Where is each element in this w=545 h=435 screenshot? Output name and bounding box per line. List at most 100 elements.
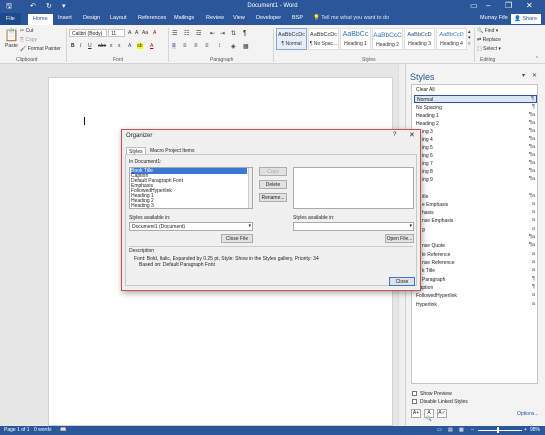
align-right-icon[interactable]: ≡ (194, 43, 198, 49)
borders-icon[interactable]: ▦ (243, 43, 249, 50)
style-item[interactable]: hasis a (414, 209, 537, 217)
tab-developer[interactable]: Developer (256, 15, 281, 21)
style-tile-no-spacing[interactable]: AaBbCcDc ¶ No Spac... (308, 28, 339, 50)
format-painter-button[interactable]: 🖌 Format Painter (20, 46, 61, 52)
close-pane-icon[interactable]: ✕ (532, 72, 537, 79)
print-layout-icon[interactable]: ▤ (448, 427, 453, 433)
user-name[interactable]: Murray Fife (480, 15, 508, 21)
style-item[interactable]: Normal ¶ (414, 95, 537, 103)
zoom-slider-thumb[interactable] (497, 427, 499, 433)
paste-icon[interactable]: 📋 (4, 28, 19, 42)
left-styles-listbox[interactable]: Book Title Caption Default Paragraph Fon… (129, 167, 253, 209)
tab-file[interactable]: File (0, 13, 21, 25)
style-tile-heading-4[interactable]: AaBbCcD Heading 4 (436, 28, 467, 50)
find-button[interactable]: 🔍 Find ▾ (477, 28, 498, 34)
style-item[interactable]: k Title a (414, 267, 537, 275)
style-item[interactable] (414, 184, 537, 192)
minimize-icon[interactable]: – (486, 1, 490, 10)
dialog-help-button[interactable]: ? (393, 132, 396, 138)
font-color-button[interactable]: A (150, 43, 153, 49)
style-item[interactable]: No Spacing ¶ (414, 104, 537, 112)
close-button[interactable]: Close (389, 277, 415, 286)
tab-design[interactable]: Design (83, 15, 100, 21)
decrease-indent-icon[interactable]: ⇤ (210, 30, 215, 37)
align-left-icon[interactable]: ≡ (172, 43, 176, 49)
tab-review[interactable]: Review (206, 15, 224, 21)
style-item[interactable]: Hyperlink a (414, 301, 537, 309)
style-tile-heading-2[interactable]: AaBbCcC Heading 2 (372, 28, 403, 50)
close-icon[interactable]: ✕ (526, 1, 533, 10)
style-item[interactable]: Caption ¶ (414, 284, 537, 292)
numbering-icon[interactable]: ☷ (184, 30, 189, 37)
list-item[interactable]: Heading 3 (131, 203, 154, 209)
style-item[interactable]: le Reference a (414, 251, 537, 259)
style-item[interactable]: Heading 1 ¶a (414, 112, 537, 120)
open-file-button[interactable]: Open File... (385, 234, 414, 243)
bullets-icon[interactable]: ☰ (172, 30, 177, 37)
zoom-in-icon[interactable]: + (524, 427, 527, 433)
tab-bsp[interactable]: BSP (292, 15, 303, 21)
styles-available-left-combo[interactable]: Document1 (Document) ▾ (129, 222, 253, 231)
style-item[interactable]: itle ¶a (414, 193, 537, 201)
tab-layout[interactable]: Layout (110, 15, 127, 21)
style-item[interactable]: Paragraph ¶ (414, 276, 537, 284)
tab-references[interactable]: References (138, 15, 166, 21)
copy-button[interactable]: Copy (259, 167, 287, 176)
highlight-button[interactable]: ab (137, 43, 143, 49)
delete-button[interactable]: Delete (259, 180, 287, 189)
multilevel-icon[interactable]: ☲ (196, 30, 201, 37)
shrink-font-button[interactable]: A (135, 30, 138, 36)
manage-styles-icon[interactable]: A✓ (437, 409, 447, 418)
listbox-scrollbar[interactable] (248, 168, 252, 208)
style-item[interactable]: Heading 2 ¶a (414, 120, 537, 128)
increase-indent-icon[interactable]: ⇥ (220, 30, 225, 37)
align-center-icon[interactable]: ≡ (183, 43, 187, 49)
style-item[interactable]: nse Quote ¶a (414, 242, 537, 250)
right-styles-listbox[interactable] (293, 167, 414, 209)
rename-button[interactable]: Rename... (259, 193, 287, 202)
shading-icon[interactable]: ◈ (231, 43, 236, 50)
change-case-button[interactable]: Aa (142, 30, 148, 36)
text-effects-button[interactable]: A (128, 43, 131, 49)
zoom-level[interactable]: 98% (530, 427, 540, 433)
style-tile-heading-3[interactable]: AaBbCcD Heading 3 (404, 28, 435, 50)
options-link[interactable]: Options... (517, 411, 538, 417)
style-item[interactable]: ing 3 ¶a (414, 128, 537, 136)
style-inspector-icon[interactable]: A🔍 (424, 409, 434, 422)
copy-button[interactable]: ⎘ Copy (20, 37, 37, 43)
style-item[interactable]: ing 4 ¶a (414, 136, 537, 144)
disable-linked-checkbox[interactable] (412, 399, 417, 404)
style-item[interactable]: ing 8 ¶a (414, 168, 537, 176)
line-spacing-icon[interactable]: ↕ (218, 43, 221, 49)
pane-options-icon[interactable]: ▾ (522, 72, 525, 79)
font-size-box[interactable]: 11 (108, 29, 125, 37)
strikethrough-button[interactable]: abc (98, 43, 106, 49)
style-item[interactable]: ga (414, 226, 537, 234)
replace-button[interactable]: ⇄ Replace (477, 37, 501, 43)
font-name-box[interactable]: Calibri (Body) (69, 29, 107, 37)
cut-button[interactable]: ✂ Cut (20, 28, 33, 34)
collapse-ribbon-icon[interactable]: ⌃ (535, 56, 539, 62)
gallery-scroll-icon[interactable]: ▴ ▾ ▿ (468, 29, 471, 47)
share-button[interactable]: 👤 Share (511, 14, 541, 24)
restore-icon[interactable]: ❐ (505, 1, 512, 10)
styles-available-right-combo[interactable]: ▾ (293, 222, 414, 231)
proofing-icon[interactable]: 📖 (60, 427, 66, 433)
show-preview-checkbox[interactable] (412, 391, 417, 396)
sort-icon[interactable]: ⇅ (231, 30, 236, 37)
zoom-out-icon[interactable]: – (471, 427, 474, 433)
page-indicator[interactable]: Page 1 of 1 (4, 427, 30, 433)
style-item[interactable]: ing 9 ¶a (414, 176, 537, 184)
clear-format-button[interactable]: A (153, 30, 156, 36)
tell-me-box[interactable]: 💡 Tell me what you want to do (313, 15, 389, 21)
word-count[interactable]: 0 words (34, 427, 52, 433)
italic-button[interactable]: I (80, 43, 81, 49)
grow-font-button[interactable]: A (128, 30, 131, 36)
bold-button[interactable]: B (71, 43, 75, 49)
tab-insert[interactable]: Insert (58, 15, 72, 21)
style-item[interactable]: ing 5 ¶a (414, 144, 537, 152)
tab-view[interactable]: View (233, 15, 245, 21)
style-item[interactable]: nse Reference a (414, 259, 537, 267)
web-layout-icon[interactable]: ▦ (459, 427, 464, 433)
tab-mailings[interactable]: Mailings (174, 15, 194, 21)
